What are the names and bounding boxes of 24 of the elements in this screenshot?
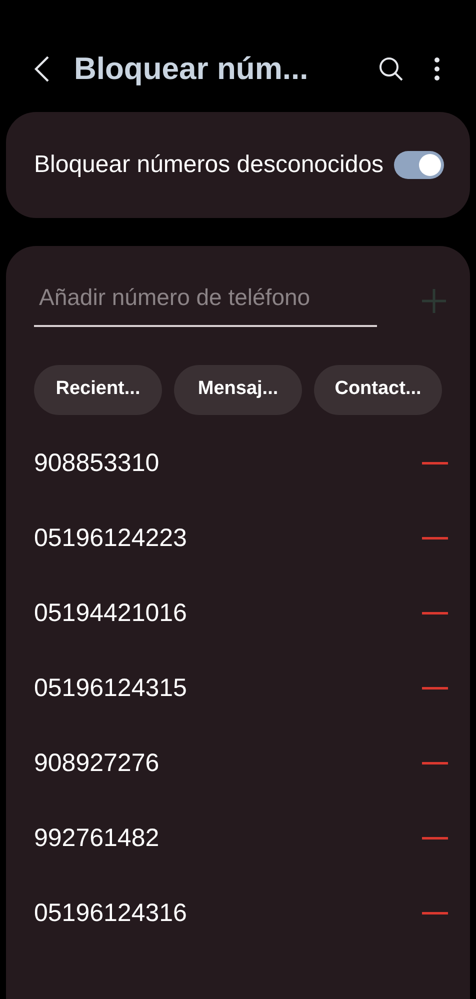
blocked-number: 05196124223 [34, 523, 188, 554]
blocked-number: 908853310 [34, 448, 160, 480]
page-title: Bloquear núm... [74, 50, 308, 88]
remove-icon[interactable] [422, 687, 448, 691]
blocked-number: 992761482 [34, 823, 160, 854]
remove-icon[interactable] [422, 837, 448, 841]
more-options-icon[interactable] [434, 57, 440, 81]
remove-icon[interactable] [422, 762, 448, 766]
back-icon[interactable] [32, 55, 52, 83]
blocked-number: 05196124316 [34, 898, 188, 930]
source-button[interactable]: Contact... [314, 364, 442, 414]
blocked-number: 05196124315 [34, 673, 188, 704]
setting-label: Bloquear números desconocidos [34, 150, 385, 180]
search-icon[interactable] [378, 56, 404, 82]
toggle-switch[interactable] [394, 151, 444, 179]
blocked-number: 908927276 [34, 748, 160, 780]
source-button[interactable]: Mensaj... [174, 364, 302, 414]
phone-number-field[interactable]: Añadir número de teléfono [34, 276, 377, 326]
blocked-number: 05194421016 [34, 598, 188, 630]
remove-icon[interactable] [422, 462, 448, 466]
remove-icon[interactable] [422, 912, 448, 916]
remove-icon[interactable] [422, 612, 448, 616]
source-button[interactable]: Recient... [34, 364, 162, 414]
remove-icon[interactable] [422, 537, 448, 541]
